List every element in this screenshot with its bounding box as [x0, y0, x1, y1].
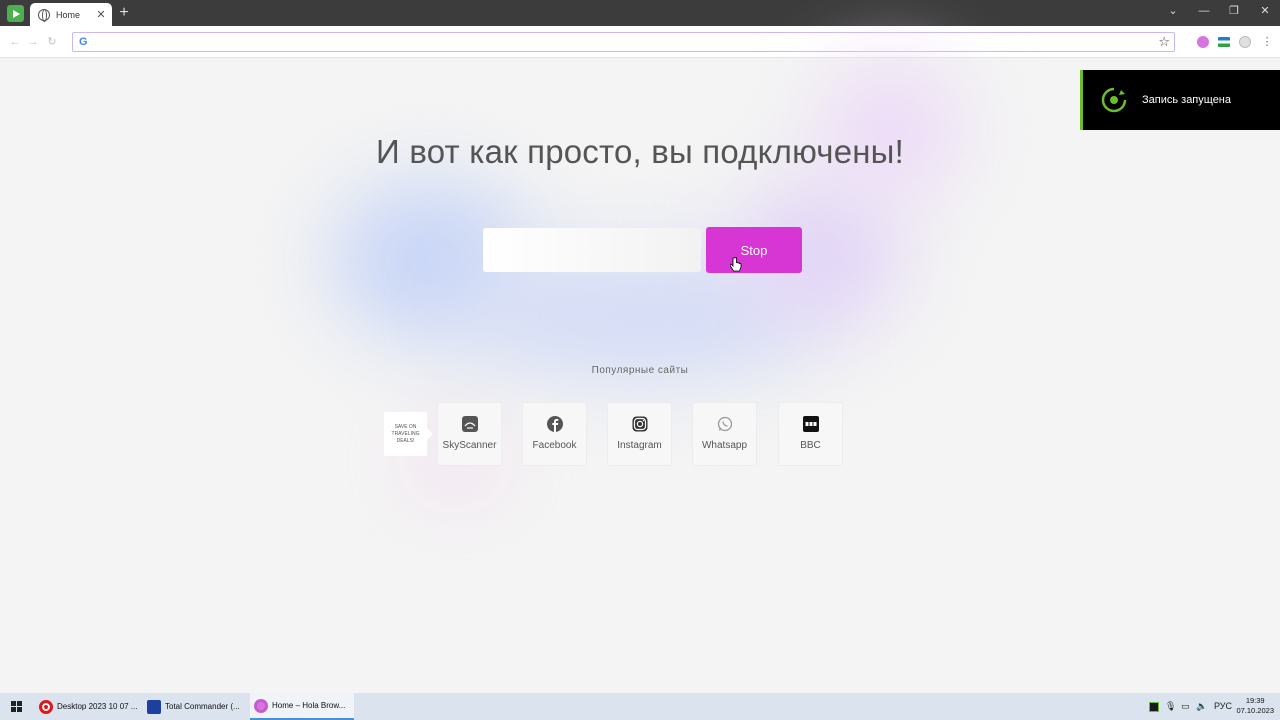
network-icon[interactable]: ▭ [1181, 700, 1190, 712]
taskbar-item-opera[interactable]: Desktop 2023 10 07 ... [35, 693, 138, 720]
total-commander-icon [147, 699, 161, 714]
recording-icon [1101, 87, 1127, 113]
site-label: Whatsapp [701, 440, 748, 451]
reload-button[interactable]: ↻ [45, 35, 59, 49]
back-button[interactable]: ← [8, 35, 22, 49]
clock-date: 07.10.2023 [1236, 706, 1274, 715]
taskbar-item-total-commander[interactable]: Total Commander (... [143, 693, 246, 720]
browser-titlebar: Home ✕ + ⌄ — ❐ ✕ [0, 0, 1280, 26]
ad-text: SAVE ON TRAVELING DEALS! [391, 423, 420, 444]
tab-title: Home [56, 9, 81, 20]
new-tab-button[interactable]: + [117, 4, 131, 22]
site-card-bbc[interactable]: BBC [778, 402, 843, 466]
connect-url-input[interactable] [483, 228, 701, 272]
site-label: BBC [800, 440, 821, 451]
site-card-skyscanner[interactable]: SkyScanner [437, 402, 502, 466]
popular-sites-label: Популярные сайты [591, 365, 689, 376]
travel-ad-card[interactable]: SAVE ON TRAVELING DEALS! [384, 412, 433, 456]
site-label: SkyScanner [442, 440, 497, 451]
background-blob [820, 65, 960, 195]
restore-button[interactable]: ❐ [1226, 4, 1242, 18]
tab-home[interactable]: Home ✕ [30, 3, 112, 26]
browser-app-icon[interactable] [7, 5, 24, 22]
google-icon: G [79, 36, 88, 48]
taskbar-item-label: Home – Hola Brow... [272, 701, 346, 710]
volume-icon[interactable]: 🔈 [1196, 700, 1207, 712]
site-card-facebook[interactable]: Facebook [522, 402, 587, 466]
menu-dots-icon[interactable]: ⋮ [1260, 35, 1274, 49]
site-label: Facebook [532, 440, 577, 451]
notification-text: Запись запущена [1142, 94, 1232, 106]
opera-icon [39, 699, 53, 714]
site-card-whatsapp[interactable]: Whatsapp [692, 402, 757, 466]
system-clock[interactable]: 19:39 07.10.2023 [1236, 696, 1274, 716]
extensions-puzzle-icon[interactable] [1239, 36, 1251, 48]
globe-icon [38, 8, 50, 22]
skyscanner-icon [461, 416, 478, 432]
site-label: Instagram [617, 440, 662, 451]
taskbar-item-label: Total Commander (... [165, 702, 240, 711]
hola-browser-icon [254, 698, 268, 713]
start-button[interactable] [11, 701, 22, 712]
site-card-instagram[interactable]: Instagram [607, 402, 672, 466]
taskbar-item-label: Desktop 2023 10 07 ... [57, 702, 138, 711]
clock-time: 19:39 [1245, 696, 1265, 705]
windows-taskbar: Desktop 2023 10 07 ... Total Commander (… [0, 693, 1280, 720]
nvidia-tray-icon[interactable] [1149, 702, 1159, 712]
taskbar-item-hola-browser[interactable]: Home – Hola Brow... [250, 693, 354, 720]
tab-search-chevron-icon[interactable]: ⌄ [1165, 4, 1181, 18]
minimize-button[interactable]: — [1196, 4, 1212, 18]
tab-close-icon[interactable]: ✕ [96, 8, 106, 21]
browser-toolbar: ← → ↻ G ☆ ⋮ [0, 26, 1280, 58]
bbc-icon [802, 416, 819, 432]
forward-button[interactable]: → [26, 35, 40, 49]
address-bar[interactable]: G ☆ [72, 32, 1175, 52]
language-indicator[interactable]: РУС [1214, 700, 1232, 712]
hand-cursor-icon [730, 257, 742, 272]
hola-extension-icon[interactable] [1197, 36, 1209, 48]
bookmark-star-icon[interactable]: ☆ [1158, 34, 1170, 50]
facebook-icon [546, 416, 563, 432]
stop-button[interactable]: Stop [706, 227, 802, 273]
flag-extension-icon[interactable] [1218, 37, 1230, 47]
whatsapp-icon [717, 416, 733, 432]
recording-notification: Запись запущена [1080, 70, 1280, 130]
close-window-button[interactable]: ✕ [1257, 4, 1273, 18]
instagram-icon [632, 416, 648, 432]
page-headline: И вот как просто, вы подключены! [376, 133, 904, 170]
microphone-icon[interactable]: 🎙 [1165, 700, 1176, 712]
